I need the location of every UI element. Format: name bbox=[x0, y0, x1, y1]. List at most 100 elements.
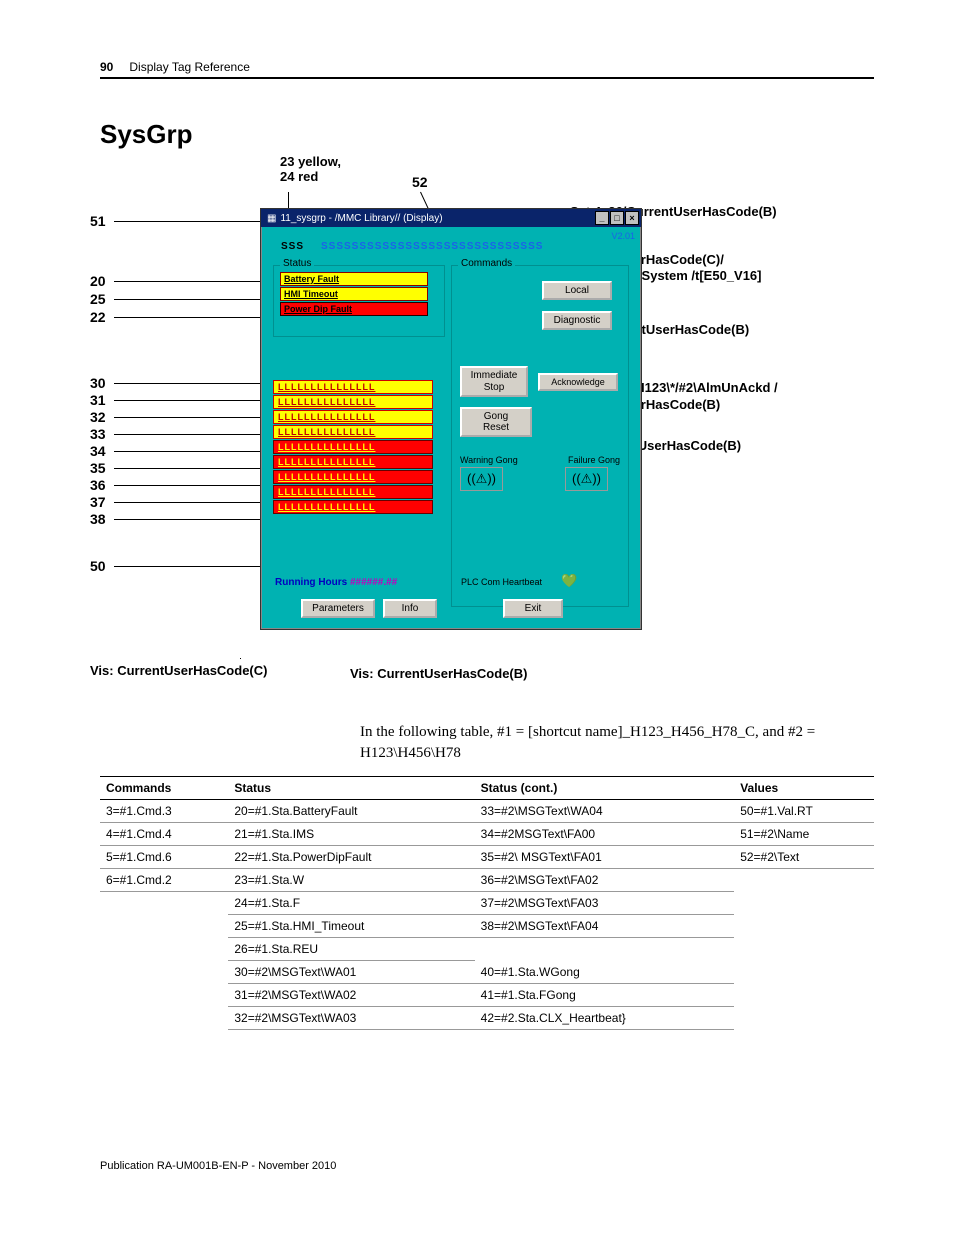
table-cell: 50=#1.Val.RT bbox=[734, 800, 874, 823]
callout-30: 30 bbox=[90, 375, 106, 391]
table-cell: 32=#2\MSGText\WA03 bbox=[228, 1007, 474, 1030]
running-hours-label: Running Hours bbox=[275, 577, 347, 588]
table-cell bbox=[734, 869, 874, 892]
table-cell: 5=#1.Cmd.6 bbox=[100, 846, 228, 869]
section-title: SysGrp bbox=[100, 119, 874, 150]
window-icon: ▦ bbox=[267, 213, 276, 224]
parameters-button[interactable]: Parameters bbox=[301, 599, 375, 618]
table-cell bbox=[734, 915, 874, 938]
callout-33: 33 bbox=[90, 426, 106, 442]
table-cell bbox=[734, 938, 874, 961]
callout-35: 35 bbox=[90, 460, 106, 476]
gong-reset-button[interactable]: Gong Reset bbox=[460, 407, 532, 437]
window-titlebar: ▦ 11_sysgrp - /MMC Library// (Display) _… bbox=[261, 209, 641, 227]
callout-51: 51 bbox=[90, 213, 106, 229]
table-cell: 51=#2\Name bbox=[734, 823, 874, 846]
callout-visB: Vis: CurrentUserHasCode(B) bbox=[350, 666, 527, 681]
col-status-cont: Status (cont.) bbox=[475, 777, 735, 800]
local-button[interactable]: Local bbox=[542, 281, 612, 300]
warning-gong-label: Warning Gong bbox=[460, 455, 518, 465]
list-item: LLLLLLLLLLLLLLL bbox=[273, 455, 433, 469]
footer: Publication RA-UM001B-EN-P - November 20… bbox=[100, 1160, 874, 1172]
table-cell: 20=#1.Sta.BatteryFault bbox=[228, 800, 474, 823]
warning-gong-icon: ((⚠)) bbox=[460, 467, 503, 491]
table-cell: 34=#2MSGText\FA00 bbox=[475, 823, 735, 846]
table-note: In the following table, #1 = [shortcut n… bbox=[360, 722, 860, 764]
plc-heartbeat-label: PLC Com Heartbeat bbox=[461, 577, 542, 587]
version-label: V2.01 bbox=[611, 231, 635, 241]
table-cell: 52=#2\Text bbox=[734, 846, 874, 869]
list-item: LLLLLLLLLLLLLLL bbox=[273, 380, 433, 394]
table-cell bbox=[734, 1007, 874, 1030]
diagnostic-button[interactable]: Diagnostic bbox=[542, 311, 612, 330]
table-cell: 3=#1.Cmd.3 bbox=[100, 800, 228, 823]
callout-32: 32 bbox=[90, 409, 106, 425]
col-values: Values bbox=[734, 777, 874, 800]
acknowledge-button[interactable]: Acknowledge bbox=[538, 373, 618, 391]
close-icon[interactable]: × bbox=[625, 211, 639, 225]
tag-table: Commands Status Status (cont.) Values 3=… bbox=[100, 776, 874, 1030]
info-button[interactable]: Info bbox=[383, 599, 437, 618]
callout-50: 50 bbox=[90, 558, 106, 574]
table-cell: 21=#1.Sta.IMS bbox=[228, 823, 474, 846]
table-cell bbox=[100, 938, 228, 961]
table-cell: 24=#1.Sta.F bbox=[228, 892, 474, 915]
callout-20: 20 bbox=[90, 273, 106, 289]
immediate-stop-button[interactable]: Immediate Stop bbox=[460, 366, 528, 397]
table-cell bbox=[734, 892, 874, 915]
list-item: LLLLLLLLLLLLLLL bbox=[273, 500, 433, 514]
table-cell: 40=#1.Sta.WGong bbox=[475, 961, 735, 984]
table-cell: 35=#2\ MSGText\FA01 bbox=[475, 846, 735, 869]
table-cell bbox=[734, 961, 874, 984]
status-hmi-timeout: HMI Timeout bbox=[280, 287, 428, 301]
callout-visC: Vis: CurrentUserHasCode(C) bbox=[90, 663, 267, 678]
table-cell bbox=[475, 938, 735, 961]
alarm-list: LLLLLLLLLLLLLLL LLLLLLLLLLLLLLL LLLLLLLL… bbox=[273, 379, 433, 515]
table-cell: 6=#1.Cmd.2 bbox=[100, 869, 228, 892]
table-cell bbox=[100, 984, 228, 1007]
table-cell bbox=[100, 915, 228, 938]
callout-31: 31 bbox=[90, 392, 106, 408]
table-cell: 30=#2\MSGText\WA01 bbox=[228, 961, 474, 984]
heartbeat-icon: 💚 bbox=[561, 573, 577, 589]
table-cell bbox=[100, 961, 228, 984]
table-cell: 31=#2\MSGText\WA02 bbox=[228, 984, 474, 1007]
callout-52: 52 bbox=[412, 174, 428, 190]
topbar-right: SSSSSSSSSSSSSSSSSSSSSSSSSSSSS bbox=[321, 241, 543, 252]
chapter-title: Display Tag Reference bbox=[129, 60, 250, 74]
list-item: LLLLLLLLLLLLLLL bbox=[273, 485, 433, 499]
maximize-icon[interactable]: □ bbox=[610, 211, 624, 225]
list-item: LLLLLLLLLLLLLLL bbox=[273, 470, 433, 484]
page-header: 90 Display Tag Reference bbox=[100, 60, 874, 79]
status-group-label: Status bbox=[280, 258, 314, 269]
failure-gong-label: Failure Gong bbox=[568, 455, 620, 465]
table-cell: 22=#1.Sta.PowerDipFault bbox=[228, 846, 474, 869]
topbar-left: SSS bbox=[281, 241, 304, 252]
callout-34: 34 bbox=[90, 443, 106, 459]
table-cell: 42=#2.Sta.CLX_Heartbeat} bbox=[475, 1007, 735, 1030]
table-cell: 25=#1.Sta.HMI_Timeout bbox=[228, 915, 474, 938]
page-number: 90 bbox=[100, 60, 113, 74]
callout-36: 36 bbox=[90, 477, 106, 493]
table-cell: 33=#2\MSGText\WA04 bbox=[475, 800, 735, 823]
table-cell: 23=#1.Sta.W bbox=[228, 869, 474, 892]
status-group: Status Battery Fault HMI Timeout Power D… bbox=[273, 265, 445, 337]
list-item: LLLLLLLLLLLLLLL bbox=[273, 410, 433, 424]
table-cell: 36=#2\MSGText\FA02 bbox=[475, 869, 735, 892]
status-power-dip: Power Dip Fault bbox=[280, 302, 428, 316]
list-item: LLLLLLLLLLLLLLL bbox=[273, 425, 433, 439]
table-cell: 37=#2\MSGText\FA03 bbox=[475, 892, 735, 915]
failure-gong-icon: ((⚠)) bbox=[565, 467, 608, 491]
table-cell bbox=[100, 1007, 228, 1030]
table-cell bbox=[100, 892, 228, 915]
col-commands: Commands bbox=[100, 777, 228, 800]
hmi-window: ▦ 11_sysgrp - /MMC Library// (Display) _… bbox=[260, 208, 642, 630]
exit-button[interactable]: Exit bbox=[503, 599, 563, 618]
callout-37: 37 bbox=[90, 494, 106, 510]
minimize-icon[interactable]: _ bbox=[595, 211, 609, 225]
commands-group: Commands Local Diagnostic Immediate Stop… bbox=[451, 265, 629, 607]
list-item: LLLLLLLLLLLLLLL bbox=[273, 395, 433, 409]
callout-38: 38 bbox=[90, 511, 106, 527]
col-status: Status bbox=[228, 777, 474, 800]
table-cell bbox=[734, 984, 874, 1007]
